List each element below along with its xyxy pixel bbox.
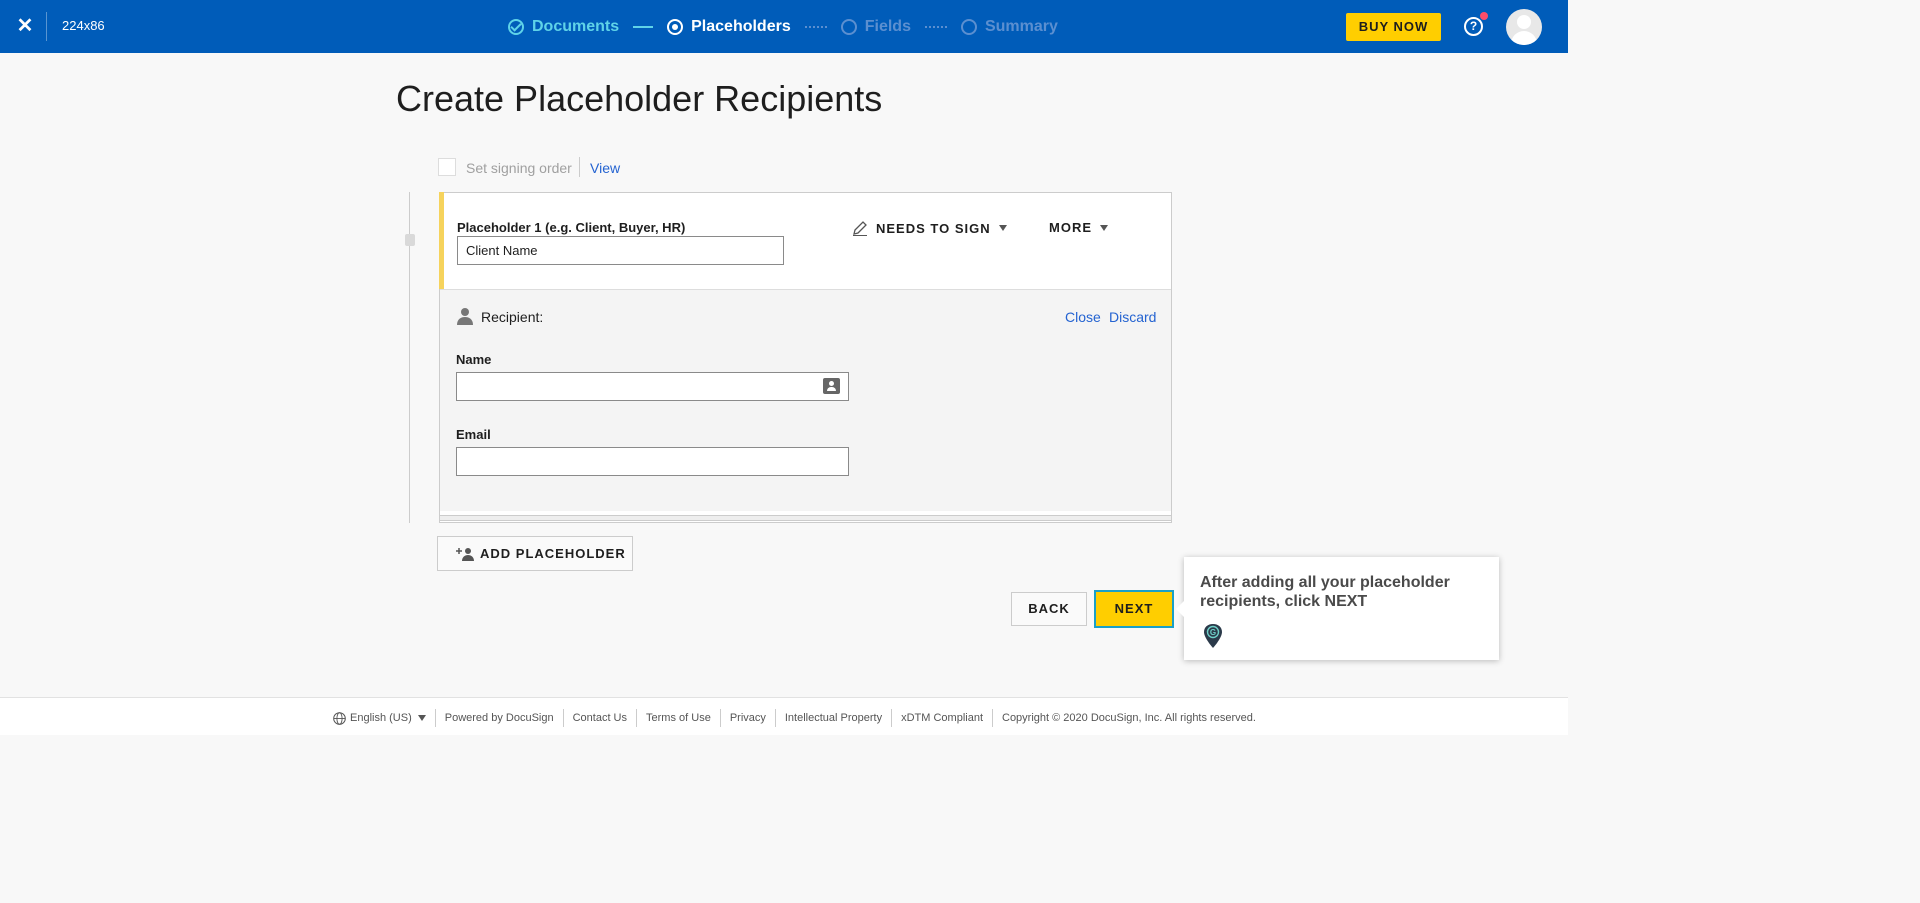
step-label: Fields xyxy=(864,17,911,35)
footer-links: English (US) Powered by DocuSign Contact… xyxy=(333,709,1265,727)
footer: English (US) Powered by DocuSign Contact… xyxy=(0,697,1568,735)
placeholder-name-input[interactable] xyxy=(457,236,784,265)
step-label: Placeholders xyxy=(691,17,791,35)
placeholder-card: Placeholder 1 (e.g. Client, Buyer, HR) N… xyxy=(439,192,1172,523)
avatar-head xyxy=(1517,15,1531,29)
document-title: 224x86 xyxy=(62,18,105,33)
topbar-divider xyxy=(46,12,47,41)
buy-now-button[interactable]: BUY NOW xyxy=(1346,13,1441,41)
contacts-body xyxy=(827,387,836,391)
placeholder-color-stripe xyxy=(439,192,444,289)
step-placeholders[interactable]: Placeholders xyxy=(667,18,791,36)
drag-handle[interactable] xyxy=(405,234,415,246)
guide-tooltip: After adding all your placeholder recipi… xyxy=(1176,557,1499,660)
globe-icon xyxy=(333,711,346,725)
caret-down-icon xyxy=(417,715,426,721)
name-field[interactable] xyxy=(456,372,849,401)
language-label: English (US) xyxy=(350,712,412,724)
step-connector xyxy=(924,25,947,28)
person-icon xyxy=(457,308,473,325)
needs-to-sign-dropdown[interactable]: NEEDS TO SIGN xyxy=(852,220,1007,236)
step-documents[interactable]: Documents xyxy=(508,18,619,36)
back-button[interactable]: BACK xyxy=(1011,592,1087,626)
caret-down-icon xyxy=(1100,224,1108,231)
language-selector[interactable]: English (US) xyxy=(333,709,436,727)
add-placeholder-label: ADD PLACEHOLDER xyxy=(480,546,626,561)
divider xyxy=(579,157,580,177)
check-circle-icon xyxy=(508,18,524,35)
avatar[interactable] xyxy=(1506,9,1542,45)
add-person-icon xyxy=(456,547,474,561)
step-label: Documents xyxy=(532,17,620,35)
progress-steps: Documents Placeholders Fields Summary xyxy=(508,0,1058,53)
notification-dot xyxy=(1480,12,1488,20)
radio-empty-icon xyxy=(840,18,857,35)
signing-order-label: Set signing order xyxy=(466,160,572,176)
signing-order-checkbox[interactable] xyxy=(438,158,456,176)
email-label: Email xyxy=(456,427,491,442)
recipient-panel: Recipient: Close Discard Name Email xyxy=(440,289,1171,511)
add-placeholder-button[interactable]: ADD PLACEHOLDER xyxy=(437,536,633,571)
footer-link-contact[interactable]: Contact Us xyxy=(564,709,638,727)
email-field[interactable] xyxy=(456,447,849,476)
guide-pin-icon[interactable]: G xyxy=(1203,623,1223,649)
footer-link-xdtm[interactable]: xDTM Compliant xyxy=(892,709,993,727)
needs-to-sign-label: NEEDS TO SIGN xyxy=(876,220,991,236)
recipient-heading: Recipient: xyxy=(481,309,544,325)
close-link[interactable]: Close xyxy=(1065,309,1101,325)
footer-link-privacy[interactable]: Privacy xyxy=(721,709,776,727)
radio-active-icon xyxy=(667,18,684,35)
discard-link[interactable]: Discard xyxy=(1109,309,1156,325)
more-dropdown[interactable]: MORE xyxy=(1049,220,1108,235)
close-icon[interactable]: ✕ xyxy=(14,14,36,38)
footer-copyright: Copyright © 2020 DocuSign, Inc. All righ… xyxy=(1002,712,1256,724)
tooltip-text: After adding all your placeholder recipi… xyxy=(1200,574,1450,610)
more-label: MORE xyxy=(1049,220,1092,235)
radio-empty-icon xyxy=(960,18,977,35)
contacts-head xyxy=(829,381,834,386)
card-bottom-edge xyxy=(440,515,1171,521)
step-fields[interactable]: Fields xyxy=(840,17,911,36)
footer-link-powered-by[interactable]: Powered by DocuSign xyxy=(436,709,564,727)
contacts-icon[interactable] xyxy=(823,378,840,394)
step-connector xyxy=(633,25,654,28)
footer-link-terms[interactable]: Terms of Use xyxy=(637,709,721,727)
view-link[interactable]: View xyxy=(590,160,620,176)
step-connector xyxy=(804,25,827,28)
pen-icon xyxy=(853,221,867,236)
step-label: Summary xyxy=(984,17,1058,35)
top-bar: ✕ 224x86 Documents Placeholders Fields S… xyxy=(0,0,1568,53)
footer-link-ip[interactable]: Intellectual Property xyxy=(776,709,893,727)
page-title: Create Placeholder Recipients xyxy=(396,78,883,119)
name-label: Name xyxy=(456,352,492,367)
caret-down-icon xyxy=(998,225,1007,231)
step-summary[interactable]: Summary xyxy=(960,17,1058,36)
placeholder-label: Placeholder 1 (e.g. Client, Buyer, HR) xyxy=(457,220,686,235)
help-icon[interactable]: ? xyxy=(1464,17,1483,36)
avatar-body xyxy=(1511,31,1537,45)
pin-letter: G xyxy=(1210,628,1216,637)
next-button[interactable]: NEXT xyxy=(1094,590,1174,628)
